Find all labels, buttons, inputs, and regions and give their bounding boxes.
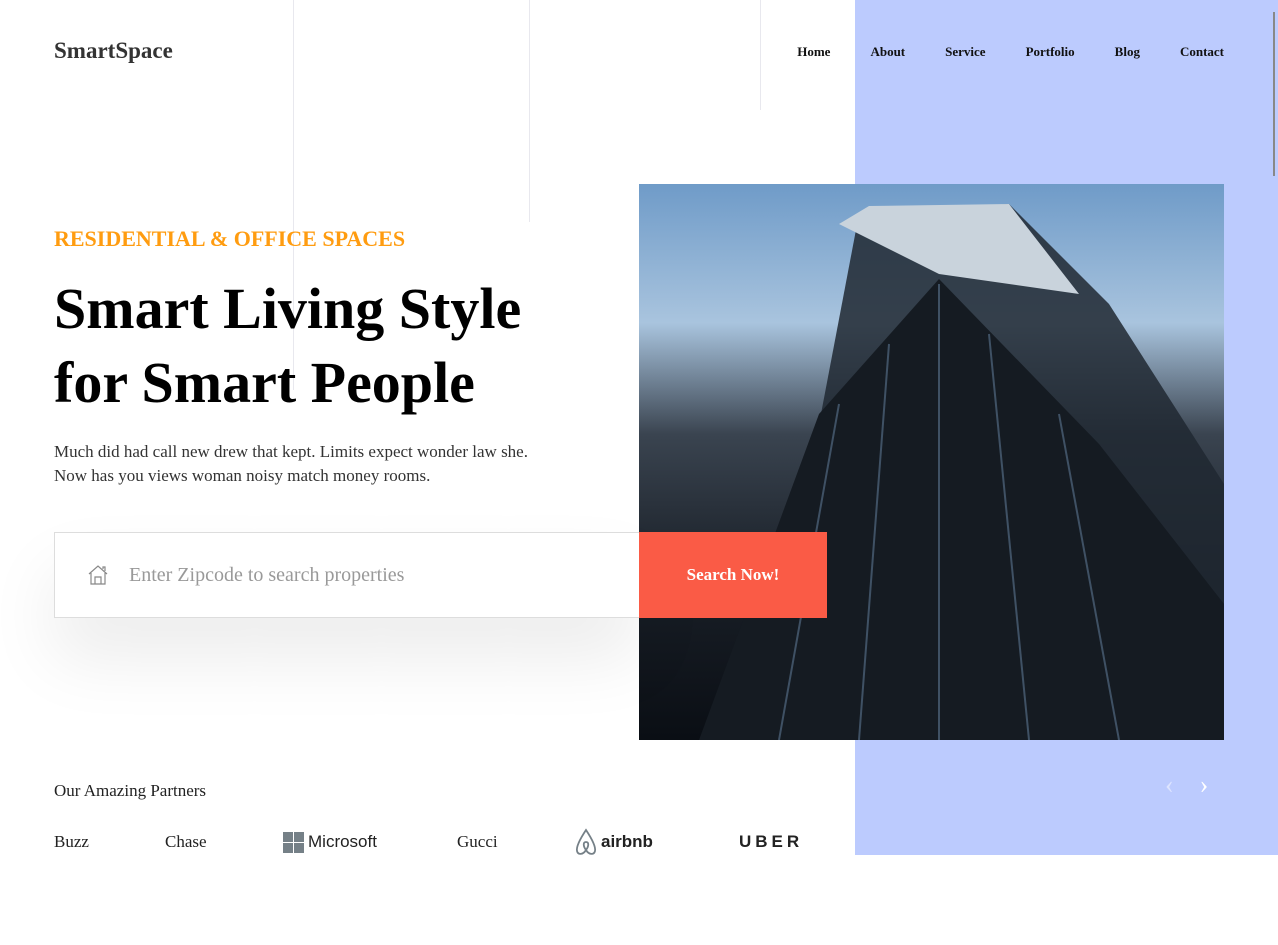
partner-airbnb: airbnb xyxy=(574,828,653,856)
chevron-right-icon[interactable]: › xyxy=(1200,770,1209,800)
nav-blog[interactable]: Blog xyxy=(1115,44,1140,60)
partner-name: airbnb xyxy=(601,832,653,851)
desc-line: Now has you views woman noisy match mone… xyxy=(54,466,431,485)
nav-service[interactable]: Service xyxy=(945,44,985,60)
partner-chase: Chase xyxy=(165,832,207,851)
hero-title-line: Smart Living Style xyxy=(54,276,522,341)
divider xyxy=(760,0,761,110)
hero-title-line: for Smart People xyxy=(54,350,475,415)
nav-about[interactable]: About xyxy=(870,44,905,60)
partners-title: Our Amazing Partners xyxy=(54,781,207,800)
home-icon xyxy=(88,565,108,585)
nav-portfolio[interactable]: Portfolio xyxy=(1026,44,1075,60)
zipcode-input[interactable] xyxy=(129,563,609,587)
hero-description: Much did had call new drew that kept. Li… xyxy=(54,440,574,488)
slider-arrows: ‹ › xyxy=(1165,770,1208,800)
partner-buzz: Buzz xyxy=(54,832,89,851)
nav-contact[interactable]: Contact xyxy=(1180,44,1224,60)
desc-line: Much did had call new drew that kept. Li… xyxy=(54,442,528,461)
nav-home[interactable]: Home xyxy=(797,44,830,60)
partner-uber: UBER xyxy=(739,832,804,851)
brand-logo[interactable]: SmartSpace xyxy=(54,38,173,64)
hero-title: Smart Living Style for Smart People xyxy=(54,272,521,420)
chevron-left-icon[interactable]: ‹ xyxy=(1165,770,1174,800)
hero-building-image xyxy=(639,184,1224,740)
partner-microsoft: Microsoft xyxy=(283,831,377,853)
search-now-button[interactable]: Search Now! xyxy=(639,532,827,618)
partner-name: Microsoft xyxy=(308,832,377,851)
scrollbar[interactable] xyxy=(1273,12,1275,176)
main-nav: Home About Service Portfolio Blog Contac… xyxy=(797,44,1224,60)
partner-gucci: Gucci xyxy=(457,832,498,851)
microsoft-logo-icon xyxy=(283,831,304,853)
divider xyxy=(529,0,530,222)
airbnb-logo-icon xyxy=(576,828,596,855)
hero-tagline: RESIDENTIAL & OFFICE SPACES xyxy=(54,226,406,251)
zipcode-search-box xyxy=(54,532,640,618)
